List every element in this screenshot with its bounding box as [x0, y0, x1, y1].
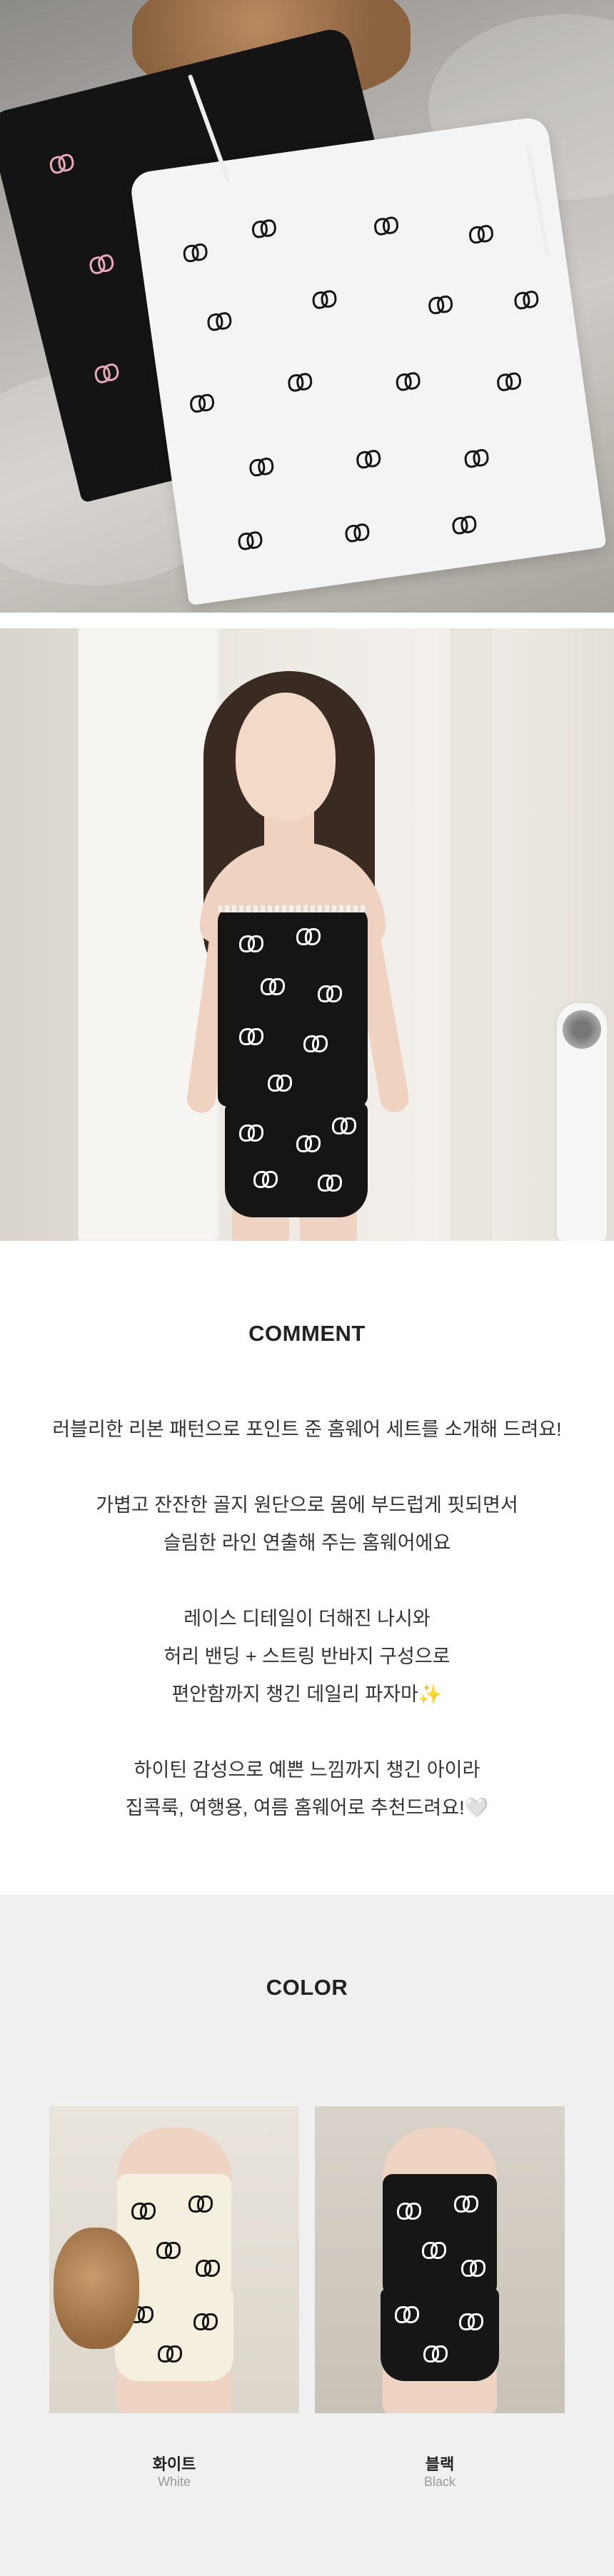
color-name-black: 블랙	[425, 2455, 455, 2473]
color-sub-black: Black	[423, 2475, 456, 2489]
black-shorts-swatch	[381, 2288, 499, 2381]
doorframe-background	[450, 628, 493, 1241]
product-detail-page: COMMENT 러블리한 리본 패턴으로 포인트 준 홈웨어 세트를 소개해 드…	[0, 0, 614, 2576]
color-swatch-white	[49, 2106, 299, 2413]
lace-trim	[218, 905, 368, 912]
comment-line: 레이스 디테일이 더해진 나시와	[183, 1608, 431, 1629]
color-section: COLOR 화이트 White 블랙 Black	[0, 1895, 614, 2576]
comment-line: 슬림한 라인 연출해 주는 홈웨어에요	[163, 1532, 451, 1554]
black-camisole-swatch	[383, 2174, 497, 2295]
comment-section: COMMENT 러블리한 리본 패턴으로 포인트 준 홈웨어 세트를 소개해 드…	[0, 1241, 614, 1895]
color-swatch-black	[315, 2106, 565, 2413]
flatlay-product-photo	[0, 0, 614, 613]
color-name-white: 화이트	[152, 2455, 196, 2473]
model-product-photo	[0, 628, 614, 1241]
comment-line: 집콕룩, 여행용, 여름 홈웨어로 추천드려요!🤍	[125, 1797, 489, 1818]
comment-line: 편안함까지 챙긴 데일리 파자마✨	[171, 1684, 443, 1705]
teddy-bear-prop	[54, 2228, 139, 2349]
comment-line: 러블리한 리본 패턴으로 포인트 준 홈웨어 세트를 소개해 드려요!	[52, 1419, 562, 1440]
comment-line: 하이틴 감성으로 예쁜 느낌까지 챙긴 아이라	[134, 1759, 480, 1781]
comment-line: 가볍고 잔잔한 골지 원단으로 몸에 부드럽게 핏되면서	[96, 1494, 518, 1516]
model-face	[236, 693, 336, 821]
door-background	[79, 628, 221, 1241]
color-sub-white: White	[157, 2475, 191, 2489]
comment-title: COMMENT	[248, 1321, 366, 1346]
comment-line: 허리 밴딩 + 스트링 반바지 구성으로	[163, 1646, 451, 1667]
comment-body: 러블리한 리본 패턴으로 포인트 준 홈웨어 세트를 소개해 드려요! 가볍고 …	[0, 1411, 614, 1827]
model-black-shorts	[225, 1103, 368, 1217]
model-black-camisole	[218, 907, 368, 1107]
color-title: COLOR	[266, 1975, 348, 2000]
